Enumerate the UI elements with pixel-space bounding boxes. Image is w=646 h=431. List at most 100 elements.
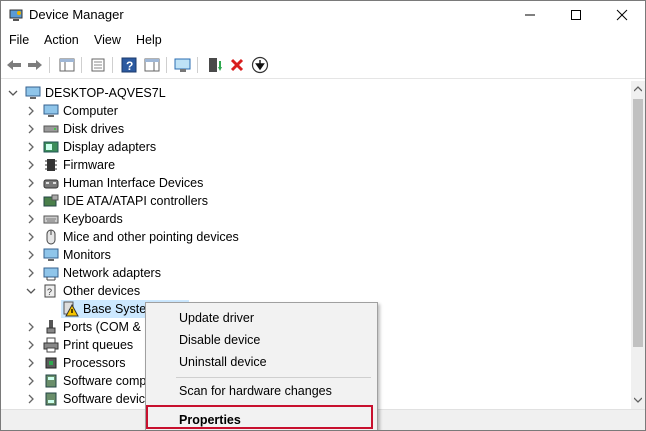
chevron-right-icon[interactable] — [25, 318, 37, 336]
category-label: Software device — [63, 392, 152, 406]
minimize-button[interactable] — [507, 1, 553, 29]
disable-device-icon[interactable] — [251, 56, 269, 74]
context-update-driver[interactable]: Update driver — [146, 307, 377, 329]
action-pane-icon[interactable] — [143, 56, 161, 74]
chevron-right-icon[interactable] — [25, 174, 37, 192]
tree-category[interactable]: Firmware — [25, 156, 115, 174]
category-label: Human Interface Devices — [63, 176, 204, 190]
tree-category[interactable]: Mice and other pointing devices — [25, 228, 239, 246]
chevron-right-icon[interactable] — [25, 138, 37, 156]
hid-icon — [43, 175, 59, 191]
close-button[interactable] — [599, 1, 645, 29]
scroll-up-icon[interactable] — [634, 85, 642, 93]
forward-icon[interactable] — [26, 56, 44, 74]
port-icon — [43, 319, 59, 335]
tree-category[interactable]: Computer — [25, 102, 118, 120]
update-driver-icon[interactable] — [206, 56, 224, 74]
tree-category[interactable]: Disk drives — [25, 120, 124, 138]
category-label: Computer — [63, 104, 118, 118]
title-bar[interactable]: Device Manager — [1, 1, 645, 29]
category-label: Display adapters — [63, 140, 157, 154]
scroll-down-icon[interactable] — [634, 396, 642, 404]
software-component-icon — [43, 373, 59, 389]
chevron-right-icon[interactable] — [25, 336, 37, 354]
maximize-icon — [571, 10, 581, 20]
help-icon[interactable]: ? — [120, 56, 138, 74]
tree-category[interactable]: Network adapters — [25, 264, 161, 282]
tree-category[interactable]: Keyboards — [25, 210, 123, 228]
unknown-device-icon: ? — [43, 283, 59, 299]
svg-text:?: ? — [47, 287, 52, 297]
svg-text:?: ? — [126, 59, 133, 73]
software-device-icon — [43, 391, 59, 407]
chevron-right-icon[interactable] — [25, 354, 37, 372]
tree-category[interactable]: IDE ATA/ATAPI controllers — [25, 192, 208, 210]
category-label: Other devices — [63, 284, 141, 298]
chevron-right-icon[interactable] — [25, 120, 37, 138]
warning-device-icon — [63, 301, 79, 317]
monitor-icon — [43, 247, 59, 263]
menu-help[interactable]: Help — [136, 33, 162, 47]
category-label: Mice and other pointing devices — [63, 230, 239, 244]
mouse-icon — [43, 229, 59, 245]
context-disable-device[interactable]: Disable device — [146, 329, 377, 351]
tree-root[interactable]: DESKTOP-AQVES7L — [7, 84, 166, 102]
chevron-right-icon[interactable] — [25, 210, 37, 228]
ide-controller-icon — [43, 193, 59, 209]
chevron-right-icon[interactable] — [25, 372, 37, 390]
uninstall-device-icon[interactable] — [228, 56, 246, 74]
tree-category[interactable]: Display adapters — [25, 138, 156, 156]
disk-drive-icon — [43, 121, 59, 137]
maximize-button[interactable] — [553, 1, 599, 29]
chevron-down-icon[interactable] — [25, 282, 37, 300]
category-label: Network adapters — [63, 266, 161, 280]
context-separator — [176, 377, 371, 378]
toolbar-separator — [112, 57, 113, 73]
display-adapter-icon — [43, 139, 59, 155]
tree-category[interactable]: Ports (COM & L — [25, 318, 151, 336]
category-label: Firmware — [63, 158, 116, 172]
toolbar-separator — [166, 57, 167, 73]
context-item-label: Disable device — [179, 333, 261, 347]
tree-category[interactable]: Print queues — [25, 336, 133, 354]
category-label: Software comp — [63, 374, 147, 388]
context-item-label: Scan for hardware changes — [179, 384, 332, 398]
menu-action[interactable]: Action — [44, 33, 79, 47]
chevron-right-icon[interactable] — [25, 102, 37, 120]
chevron-down-icon[interactable] — [7, 84, 19, 102]
tree-category[interactable]: Software comp — [25, 372, 146, 390]
close-icon — [616, 9, 628, 21]
menu-file[interactable]: File — [9, 33, 29, 47]
scan-hardware-icon[interactable] — [174, 56, 192, 74]
tree-category-expanded[interactable]: ? Other devices — [25, 282, 140, 300]
vertical-scrollbar[interactable] — [631, 81, 645, 409]
tree-category[interactable]: Processors — [25, 354, 126, 372]
tree-category[interactable]: Software device — [25, 390, 152, 407]
tree-category[interactable]: Monitors — [25, 246, 111, 264]
processor-icon — [43, 355, 59, 371]
chevron-right-icon[interactable] — [25, 390, 37, 407]
tree-root-label: DESKTOP-AQVES7L — [45, 86, 166, 100]
category-label: Processors — [63, 356, 126, 370]
device-manager-window: Device Manager File Action View Help ? D… — [0, 0, 646, 431]
category-label: Disk drives — [63, 122, 125, 136]
tree-category[interactable]: Human Interface Devices — [25, 174, 203, 192]
menu-view[interactable]: View — [94, 33, 121, 47]
back-icon[interactable] — [5, 56, 23, 74]
minimize-icon — [525, 14, 535, 16]
properties-icon[interactable] — [89, 56, 107, 74]
chevron-right-icon[interactable] — [25, 228, 37, 246]
chevron-right-icon[interactable] — [25, 156, 37, 174]
device-manager-icon — [9, 8, 23, 22]
context-uninstall-device[interactable]: Uninstall device — [146, 351, 377, 373]
context-scan-hardware[interactable]: Scan for hardware changes — [146, 380, 377, 402]
network-adapter-icon — [43, 265, 59, 281]
chevron-right-icon[interactable] — [25, 246, 37, 264]
toolbar-separator — [49, 57, 50, 73]
category-label: IDE ATA/ATAPI controllers — [63, 194, 208, 208]
chevron-right-icon[interactable] — [25, 192, 37, 210]
chevron-right-icon[interactable] — [25, 264, 37, 282]
category-label: Keyboards — [63, 212, 123, 226]
scrollbar-thumb[interactable] — [633, 99, 643, 347]
show-hide-console-tree-icon[interactable] — [58, 56, 76, 74]
